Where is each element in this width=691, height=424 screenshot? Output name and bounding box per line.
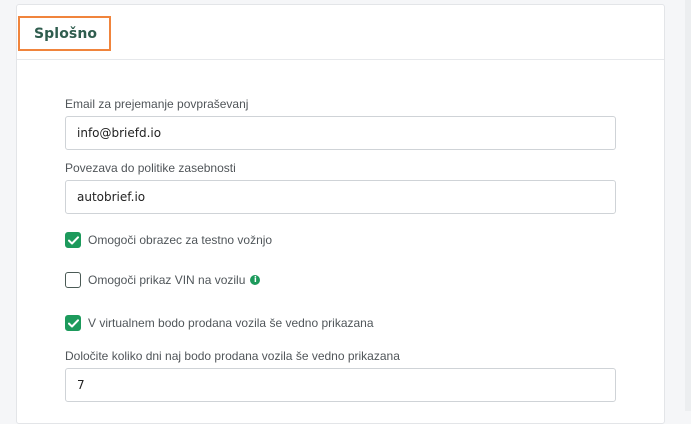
sold-vehicles-option[interactable]: V virtualnem bodo prodana vozila še vedn… <box>65 314 374 332</box>
checkmark-icon <box>67 318 79 327</box>
scrollbar[interactable] <box>685 0 691 411</box>
settings-card: Splošno Email za prejemanje povpraševanj… <box>16 4 665 424</box>
test-drive-option[interactable]: Omogoči obrazec za testno vožnjo <box>65 231 272 249</box>
checkmark-icon <box>67 235 79 244</box>
privacy-policy-input[interactable] <box>65 180 616 214</box>
vin-checkbox[interactable] <box>65 272 81 288</box>
test-drive-label: Omogoči obrazec za testno vožnjo <box>88 233 273 247</box>
email-input[interactable] <box>65 116 616 150</box>
test-drive-checkbox[interactable] <box>65 232 81 248</box>
days-input[interactable] <box>65 368 616 402</box>
card-header: Splošno <box>17 5 664 60</box>
info-icon[interactable]: i <box>250 275 261 285</box>
days-label: Določite koliko dni naj bodo prodana voz… <box>65 349 400 363</box>
section-title: Splošno <box>34 25 98 42</box>
vin-label: Omogoči prikaz VIN na vozilu <box>88 273 246 287</box>
email-label: Email za prejemanje povpraševanj <box>65 97 249 111</box>
sold-vehicles-label: V virtualnem bodo prodana vozila še vedn… <box>88 316 374 330</box>
vin-option[interactable]: Omogoči prikaz VIN na vozilu i <box>65 271 261 289</box>
privacy-policy-label: Povezava do politike zasebnosti <box>65 161 236 175</box>
sold-vehicles-checkbox[interactable] <box>65 315 81 331</box>
section-title-highlight: Splošno <box>18 16 111 51</box>
